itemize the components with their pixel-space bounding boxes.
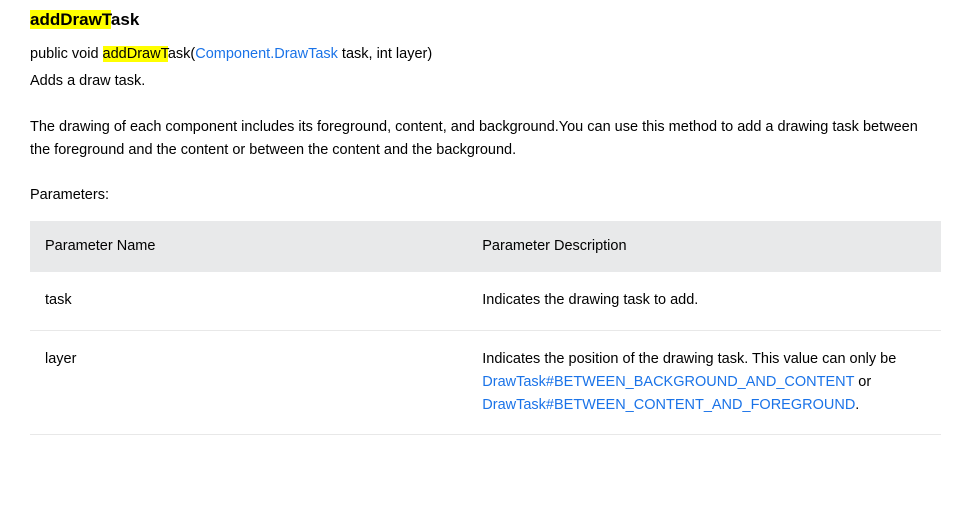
header-param-name: Parameter Name <box>30 221 467 272</box>
title-rest: ask <box>111 10 139 29</box>
param-name-cell: layer <box>30 330 467 435</box>
param-desc-cell: Indicates the position of the drawing ta… <box>467 330 941 435</box>
param-name-cell: task <box>30 272 467 330</box>
title-highlight: addDrawT <box>30 10 111 29</box>
table-header-row: Parameter Name Parameter Description <box>30 221 941 272</box>
method-description: The drawing of each component includes i… <box>30 116 941 162</box>
layer-desc-mid: or <box>854 374 871 390</box>
header-param-desc: Parameter Description <box>467 221 941 272</box>
table-row: task Indicates the drawing task to add. <box>30 272 941 330</box>
sig-pre: public void <box>30 46 103 62</box>
sig-highlight: addDrawT <box>103 46 168 62</box>
layer-link-2[interactable]: DrawTask#BETWEEN_CONTENT_AND_FOREGROUND <box>482 397 855 413</box>
method-title: addDrawTask <box>30 6 941 33</box>
layer-desc-pre: Indicates the position of the drawing ta… <box>482 351 896 367</box>
parameters-label: Parameters: <box>30 184 941 207</box>
method-summary: Adds a draw task. <box>30 70 941 93</box>
sig-after-highlight: ask( <box>168 46 195 62</box>
param-desc-cell: Indicates the drawing task to add. <box>467 272 941 330</box>
parameters-table: Parameter Name Parameter Description tas… <box>30 221 941 435</box>
layer-link-1[interactable]: DrawTask#BETWEEN_BACKGROUND_AND_CONTENT <box>482 374 854 390</box>
param-type-link[interactable]: Component.DrawTask <box>195 46 338 62</box>
layer-desc-post: . <box>855 397 859 413</box>
sig-post: task, int layer) <box>338 46 432 62</box>
method-signature: public void addDrawTask(Component.DrawTa… <box>30 43 941 66</box>
table-row: layer Indicates the position of the draw… <box>30 330 941 435</box>
